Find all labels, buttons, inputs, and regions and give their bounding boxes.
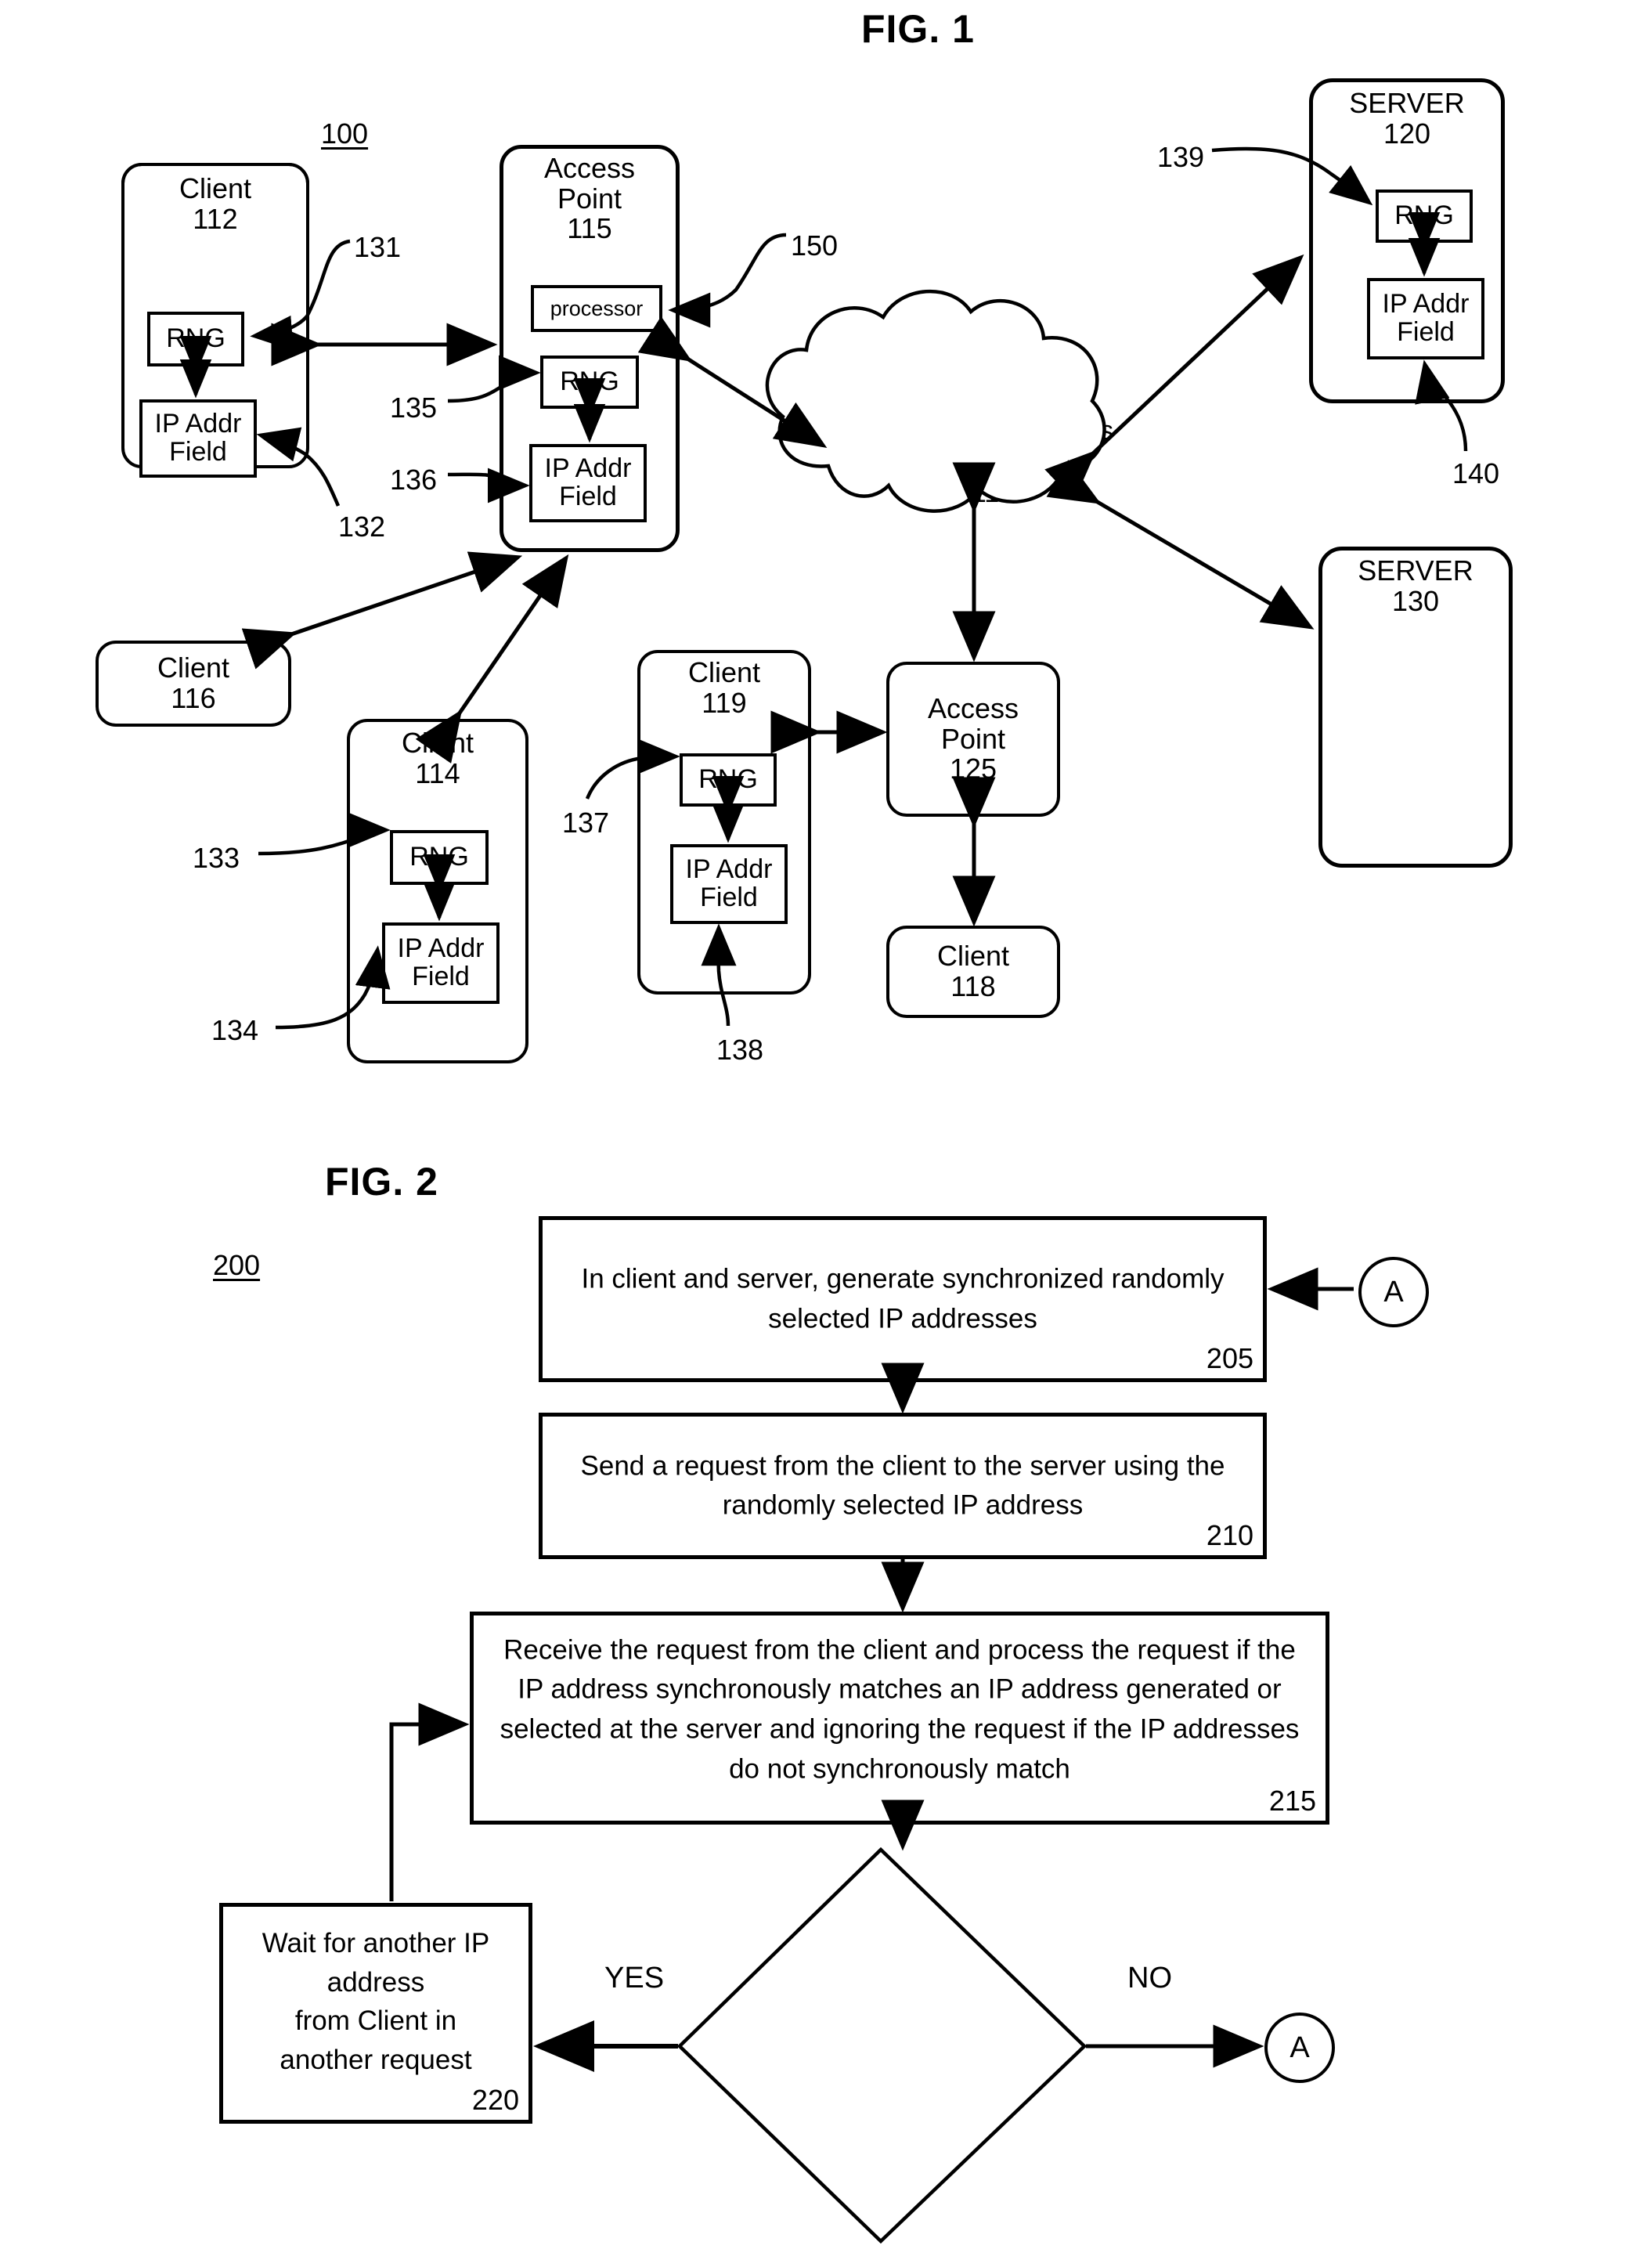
fig2-title: FIG. 2 (325, 1160, 438, 1204)
flow-220-loop-to-215 (389, 1702, 470, 1901)
flow-step-210-number: 210 (1206, 1519, 1253, 1551)
leader-150 (668, 233, 787, 328)
flow-step-210-text: Send a request from the client to the se… (580, 1449, 1225, 1521)
access-point-115-label: Access Point 115 (543, 152, 636, 245)
connector-a-bottom[interactable]: A (1264, 2013, 1335, 2083)
flow-step-215-text: Receive the request from the client and … (500, 1634, 1300, 1785)
link-client116-ap115 (241, 551, 523, 670)
callout-140: 140 (1452, 457, 1500, 489)
client-119-ipaddr-field[interactable]: IP Addr Field (670, 844, 788, 924)
access-point-115-processor[interactable]: processor (531, 285, 662, 332)
callout-131: 131 (354, 231, 402, 263)
flow-step-215[interactable]: Receive the request from the client and … (470, 1612, 1329, 1825)
flow-step-205-text: In client and server, generate synchroni… (581, 1263, 1225, 1334)
flow-step-210[interactable]: Send a request from the client to the se… (539, 1413, 1267, 1559)
decision-no-label: NO (1127, 1962, 1172, 1994)
callout-135: 135 (390, 392, 438, 424)
client-114-label: Client 114 (401, 727, 474, 789)
callout-138: 138 (716, 1034, 764, 1066)
access-point-115-rng[interactable]: RNG (540, 356, 639, 409)
access-point-115-ipaddr-field[interactable]: IP Addr Field (529, 444, 647, 522)
flow-step-205-number: 205 (1206, 1342, 1253, 1374)
flow-step-215-number: 215 (1268, 1785, 1316, 1817)
client-112-ipaddr-field[interactable]: IP Addr Field (139, 399, 257, 478)
fig2-flow-reference: 200 (213, 1249, 261, 1281)
callout-150: 150 (791, 229, 839, 262)
callout-134: 134 (211, 1014, 259, 1046)
decision-yes-label: YES (604, 1962, 665, 1994)
connector-a-top-label: A (1383, 1275, 1404, 1309)
flow-step-220-text: Wait for another IP address from Client … (262, 1928, 490, 2076)
fig1-title: FIG. 1 (861, 7, 975, 51)
connector-a-bottom-label: A (1289, 2031, 1310, 2064)
server-120-rng[interactable]: RNG (1376, 190, 1473, 243)
client-118-label: Client 118 (936, 940, 1010, 1002)
callout-137: 137 (562, 807, 610, 839)
connector-a-top[interactable]: A (1358, 1257, 1429, 1327)
fig1-system-reference: 100 (321, 117, 369, 150)
server-130-label: SERVER 130 (1358, 554, 1473, 617)
callout-132: 132 (338, 511, 386, 543)
node-access-point-125[interactable]: Access Point 125 (886, 662, 1060, 817)
decision-217-text: Is there more than one matching IP addre… (799, 1997, 962, 2147)
node-client-118[interactable]: Client 118 (886, 926, 1060, 1018)
client-114-ipaddr-field[interactable]: IP Addr Field (382, 922, 500, 1004)
network-110-label: Telecommunications Network 110 (871, 416, 1114, 509)
decision-217-number: 217 (871, 1926, 918, 1958)
client-119-label: Client 119 (687, 656, 761, 719)
server-120-ipaddr-field[interactable]: IP Addr Field (1367, 278, 1484, 359)
client-116-label: Client 116 (157, 652, 230, 714)
client-114-rng[interactable]: RNG (390, 830, 489, 885)
node-client-116[interactable]: Client 116 (96, 641, 291, 727)
link-network-server130 (1046, 460, 1315, 630)
callout-136: 136 (390, 464, 438, 496)
client-112-rng[interactable]: RNG (147, 312, 244, 366)
callout-139: 139 (1157, 141, 1205, 173)
client-119-rng[interactable]: RNG (680, 753, 777, 807)
link-client114-ap115 (415, 554, 569, 764)
flow-step-220-number: 220 (471, 2084, 519, 2116)
link-ap115-network (637, 316, 828, 449)
server-120-label: SERVER 120 (1349, 87, 1465, 150)
access-point-125-label: Access Point 125 (927, 692, 1019, 785)
flow-step-220[interactable]: Wait for another IP address from Client … (219, 1903, 532, 2124)
flow-step-205[interactable]: In client and server, generate synchroni… (539, 1216, 1267, 1382)
callout-133: 133 (193, 842, 240, 874)
